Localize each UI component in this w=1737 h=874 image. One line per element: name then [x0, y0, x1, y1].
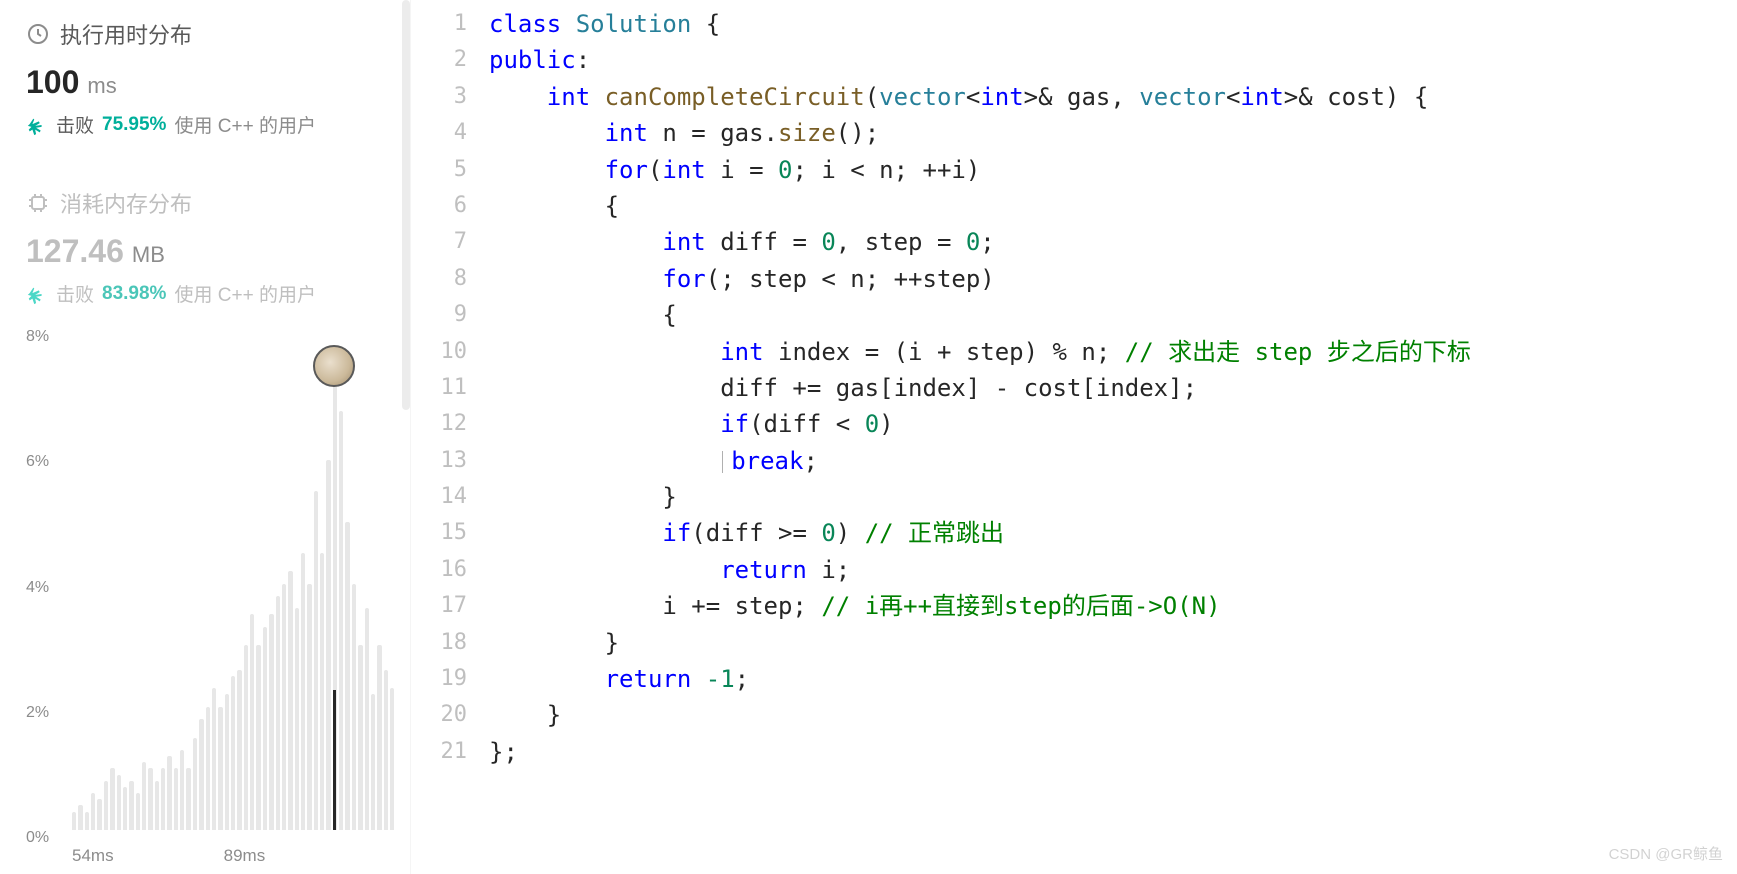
chart-bar[interactable] [136, 793, 140, 830]
chart-bar[interactable] [282, 584, 286, 831]
chart-bar[interactable] [256, 645, 260, 830]
chart-bar[interactable] [301, 553, 305, 830]
chart-bar[interactable] [225, 694, 229, 830]
chart-bar[interactable] [91, 793, 95, 830]
clap-icon [26, 283, 48, 305]
chart-bar[interactable] [288, 571, 292, 830]
chart-bar[interactable] [129, 781, 133, 830]
memory-beat-label: 击败 [56, 280, 94, 307]
runtime-distribution-chart[interactable]: 8%6%4%2%0% 54ms 89ms [26, 337, 394, 866]
runtime-value-row: 100 ms [26, 64, 394, 101]
chart-bars[interactable] [72, 337, 394, 838]
runtime-header: 执行用时分布 [26, 18, 394, 50]
chart-bar[interactable] [110, 768, 114, 830]
runtime-title: 执行用时分布 [60, 18, 192, 50]
x-label-left: 54ms [72, 846, 114, 866]
memory-header: 消耗内存分布 [26, 187, 394, 219]
chart-bar[interactable] [199, 719, 203, 830]
chart-bar[interactable] [123, 787, 127, 830]
chart-y-axis: 8%6%4%2%0% [26, 337, 72, 838]
chart-x-axis: 54ms 89ms [26, 846, 394, 866]
chart-bar[interactable] [72, 812, 76, 830]
memory-title: 消耗内存分布 [60, 187, 192, 219]
watermark: CSDN @GR鲸鱼 [1609, 843, 1723, 864]
chart-bar[interactable] [352, 584, 356, 831]
chart-bar[interactable] [244, 645, 248, 830]
chart-bar[interactable] [193, 738, 197, 830]
clock-icon [26, 22, 50, 46]
chart-bar[interactable] [390, 688, 394, 830]
clap-icon [26, 114, 48, 136]
chart-bar[interactable] [78, 805, 82, 830]
code-content[interactable]: class Solution {public: int canCompleteC… [489, 6, 1737, 874]
chart-bar[interactable] [161, 768, 165, 830]
memory-value-row: 127.46 MB [26, 233, 394, 270]
chart-bar[interactable] [85, 812, 89, 830]
memory-value: 127.46 [26, 233, 124, 270]
chart-bar[interactable] [97, 799, 101, 830]
chart-bar[interactable] [384, 670, 388, 830]
marker-line [333, 690, 336, 830]
memory-beat-row: 击败 83.98% 使用 C++ 的用户 [26, 280, 394, 307]
chart-bar[interactable] [295, 608, 299, 830]
chart-bar[interactable] [250, 614, 254, 830]
memory-beat-pct: 83.98% [102, 283, 166, 305]
chart-bar[interactable] [307, 584, 311, 831]
chart-bar[interactable] [231, 676, 235, 830]
chart-bar[interactable] [276, 596, 280, 830]
line-gutter: 123456789101112131415161718192021 [411, 6, 489, 874]
chart-bar[interactable] [104, 781, 108, 830]
chart-bar[interactable] [237, 670, 241, 830]
stats-sidebar: 执行用时分布 100 ms 击败 75.95% 使用 C++ 的用户 消耗内存分… [0, 0, 410, 874]
chart-bar[interactable] [212, 688, 216, 830]
sidebar-scrollbar[interactable] [402, 0, 410, 410]
runtime-value: 100 [26, 64, 79, 101]
chart-bar[interactable] [320, 553, 324, 830]
memory-beat-suffix: 使用 C++ 的用户 [174, 280, 315, 307]
chart-bar[interactable] [186, 768, 190, 830]
runtime-beat-label: 击败 [56, 111, 94, 138]
runtime-beat-row: 击败 75.95% 使用 C++ 的用户 [26, 111, 394, 138]
runtime-beat-pct: 75.95% [102, 114, 166, 136]
runtime-unit: ms [87, 73, 116, 99]
chart-bar[interactable] [148, 768, 152, 830]
chart-bar[interactable] [142, 762, 146, 830]
chart-bar[interactable] [371, 694, 375, 830]
chart-bar[interactable] [326, 460, 330, 830]
chart-bar[interactable] [263, 627, 267, 830]
chart-bar[interactable] [206, 707, 210, 830]
code-editor[interactable]: 123456789101112131415161718192021 class … [410, 0, 1737, 874]
chart-bar[interactable] [174, 768, 178, 830]
memory-unit: MB [132, 242, 165, 268]
chart-bar[interactable] [269, 614, 273, 830]
chart-bar[interactable] [218, 707, 222, 830]
chart-bar[interactable] [314, 491, 318, 830]
chart-bar[interactable] [167, 756, 171, 830]
chart-bar[interactable] [180, 750, 184, 830]
chart-bar[interactable] [339, 411, 343, 830]
avatar-marker[interactable] [313, 345, 355, 387]
x-label-right: 89ms [224, 846, 266, 866]
runtime-beat-suffix: 使用 C++ 的用户 [174, 111, 315, 138]
chart-bar[interactable] [365, 608, 369, 830]
chip-icon [26, 191, 50, 215]
chart-bar[interactable] [358, 645, 362, 830]
chart-bar[interactable] [377, 645, 381, 830]
chart-bar[interactable] [155, 781, 159, 830]
chart-bar[interactable] [117, 775, 121, 830]
chart-bar[interactable] [345, 522, 349, 830]
